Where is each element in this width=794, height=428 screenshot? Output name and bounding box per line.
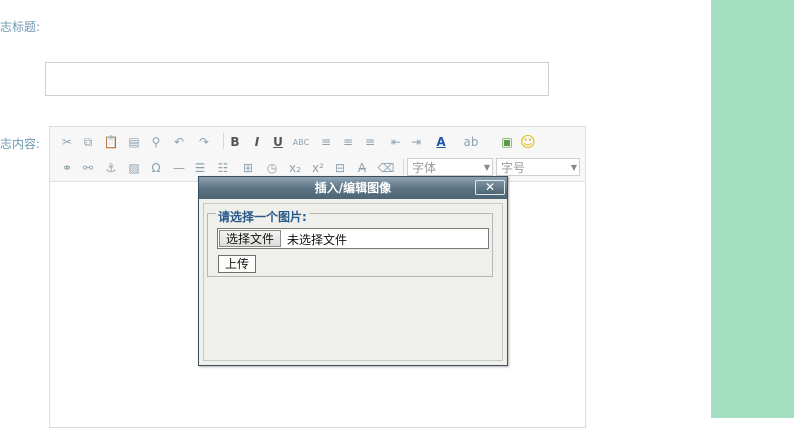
- close-icon: ✕: [484, 180, 496, 194]
- table-icon[interactable]: ⊞: [239, 159, 257, 177]
- paste-icon[interactable]: 📋: [102, 133, 120, 151]
- smiley-icon[interactable]: ☺: [519, 133, 537, 151]
- numbered-list-icon[interactable]: ☷: [214, 159, 232, 177]
- copy-icon[interactable]: ⧉: [79, 133, 97, 151]
- toolbar-separator: [223, 133, 224, 149]
- image-icon[interactable]: ▣: [498, 133, 516, 151]
- time-icon[interactable]: ◷: [263, 159, 281, 177]
- font-family-value: 字体: [412, 161, 437, 175]
- group-legend: 请选择一个图片:: [216, 208, 309, 225]
- close-button[interactable]: ✕: [475, 180, 505, 195]
- italic-icon[interactable]: I: [248, 133, 266, 151]
- font-size-select[interactable]: 字号 ▼: [496, 158, 580, 176]
- content-label: 志内容:: [0, 137, 41, 151]
- align-center-icon[interactable]: ≡: [339, 133, 357, 151]
- undo-icon[interactable]: ↶: [170, 133, 188, 151]
- page-break-icon[interactable]: ⊟: [331, 159, 349, 177]
- anchor-icon[interactable]: ⚓: [102, 159, 120, 177]
- align-right-icon[interactable]: ≡: [361, 133, 379, 151]
- underline-icon[interactable]: U: [269, 133, 287, 151]
- upload-button[interactable]: 上传: [218, 255, 256, 273]
- font-family-select[interactable]: 字体 ▼: [407, 158, 493, 176]
- eraser-icon[interactable]: ⌫: [377, 159, 395, 177]
- link-icon[interactable]: ⚭: [58, 159, 76, 177]
- toolbar-separator: [403, 159, 404, 175]
- choose-file-button[interactable]: 选择文件: [219, 230, 281, 247]
- indent-icon[interactable]: ⇥: [407, 133, 425, 151]
- remove-format-icon[interactable]: A̶: [353, 159, 371, 177]
- superscript-icon[interactable]: x²: [309, 159, 327, 177]
- right-side-panel: [711, 0, 794, 418]
- title-input[interactable]: [45, 62, 549, 96]
- file-status-text: 未选择文件: [287, 233, 348, 247]
- insert-image-icon[interactable]: ▨: [125, 159, 143, 177]
- paste-word-icon[interactable]: ▤: [125, 133, 143, 151]
- font-size-value: 字号: [501, 161, 526, 175]
- highlight-icon[interactable]: ab: [462, 133, 480, 151]
- bold-icon[interactable]: B: [226, 133, 244, 151]
- chevron-down-icon: ▼: [570, 163, 577, 172]
- insert-image-dialog: 插入/编辑图像 ✕ 请选择一个图片: 选择文件 未选择文件 上传: [198, 176, 508, 366]
- strikethrough-icon[interactable]: ABC: [292, 133, 310, 151]
- subscript-icon[interactable]: x₂: [286, 159, 304, 177]
- chevron-down-icon: ▼: [483, 163, 490, 172]
- editor-toolbar: ✂ ⧉ 📋 ▤ ⚲ ↶ ↷ B I U ABC ≡ ≡ ≡ ⇤ ⇥ Aab ▣ ☺ ⚭ ⚯ ⚓ ▨ Ω — ☰ ☷ ⊞ ◷ x₂ x² ⊟ A…: [50, 127, 585, 182]
- font-color-icon[interactable]: A: [432, 133, 450, 151]
- dialog-title: 插入/编辑图像: [199, 177, 507, 199]
- horizontal-rule-icon[interactable]: —: [170, 159, 188, 177]
- cut-icon[interactable]: ✂: [58, 133, 76, 151]
- outdent-icon[interactable]: ⇤: [387, 133, 405, 151]
- find-icon[interactable]: ⚲: [147, 133, 165, 151]
- special-char-icon[interactable]: Ω: [147, 159, 165, 177]
- title-label: 志标题:: [0, 20, 41, 34]
- redo-icon[interactable]: ↷: [195, 133, 213, 151]
- align-left-icon[interactable]: ≡: [317, 133, 335, 151]
- unlink-icon[interactable]: ⚯: [79, 159, 97, 177]
- bulleted-list-icon[interactable]: ☰: [191, 159, 209, 177]
